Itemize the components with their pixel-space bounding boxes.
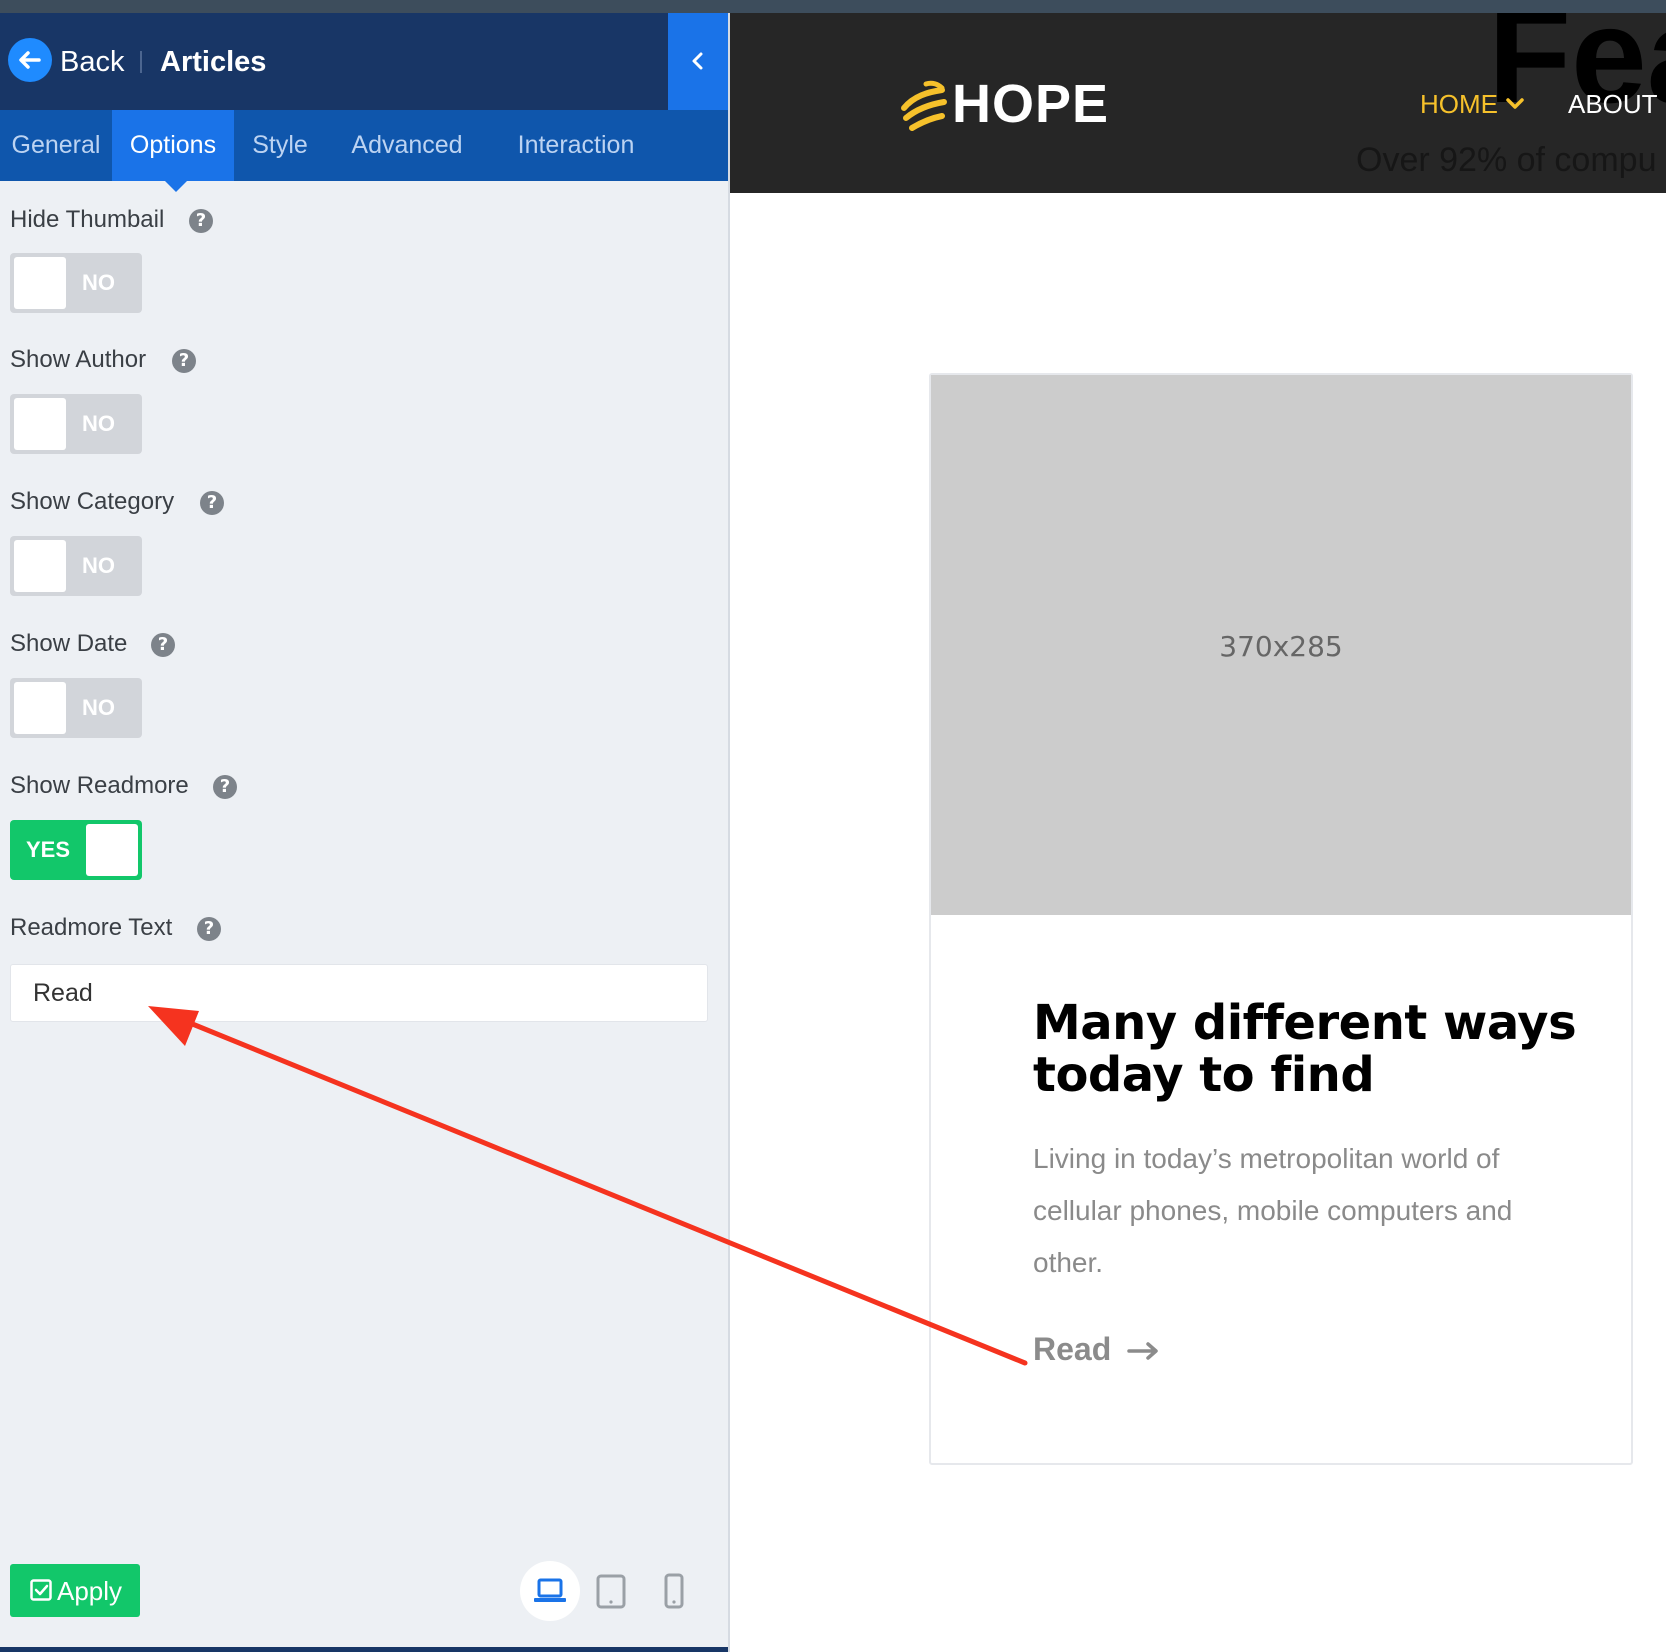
annotation-arrow (148, 1006, 1028, 1366)
